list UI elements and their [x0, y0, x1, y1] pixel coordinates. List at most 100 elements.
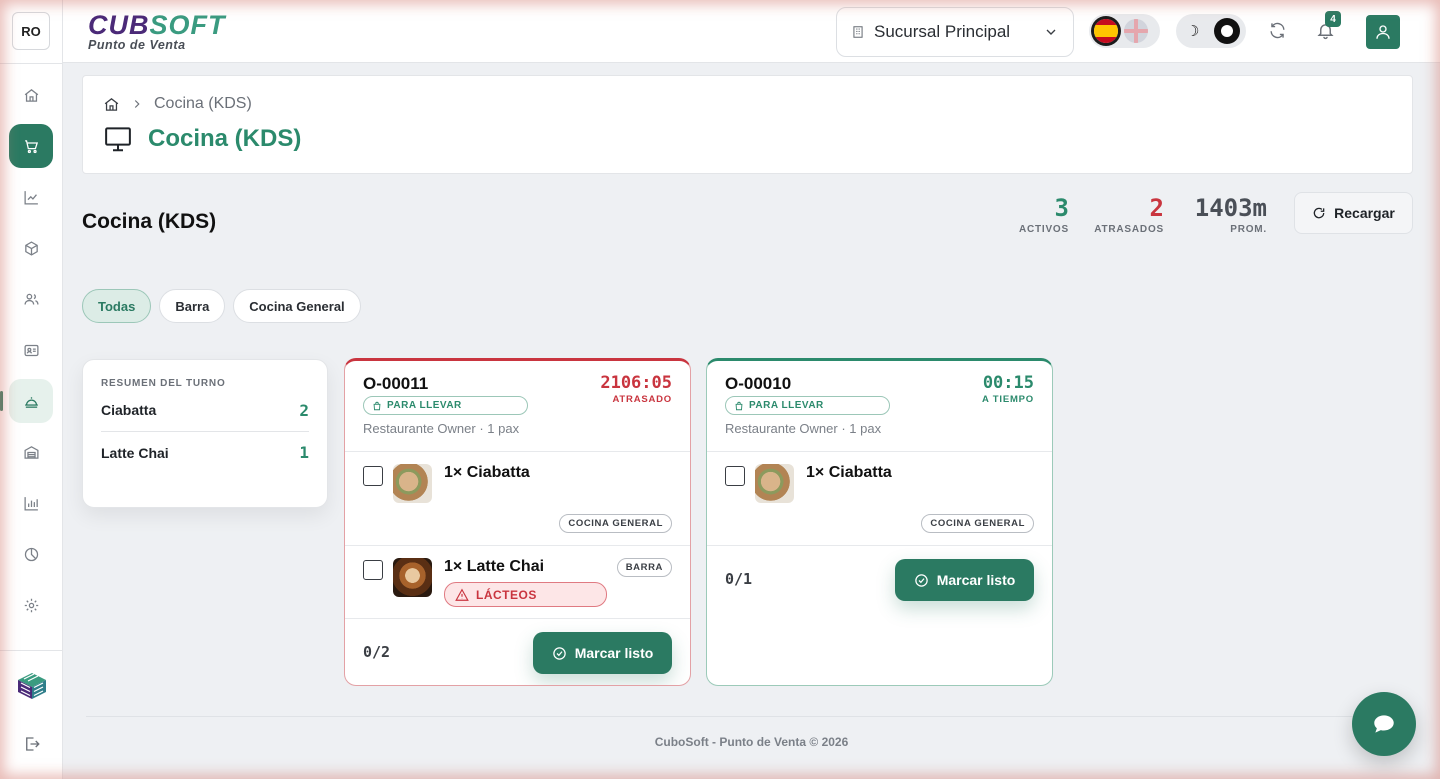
sidebar-item-analytics[interactable] — [9, 532, 53, 576]
check-circle-icon — [914, 573, 928, 587]
shift-summary-card: RESUMEN DEL TURNO Ciabatta 2 Latte Chai … — [82, 359, 328, 508]
chat-button[interactable] — [1352, 692, 1416, 756]
footer-text: CuboSoft - Punto de Venta © 2026 — [654, 735, 849, 749]
sidebar-item-reports[interactable] — [9, 481, 53, 525]
sun-icon — [1214, 18, 1240, 44]
home-icon — [24, 88, 38, 102]
chat-bubble-icon — [1374, 715, 1394, 733]
tab-todas[interactable]: Todas — [82, 289, 152, 323]
item-checkbox[interactable] — [725, 466, 745, 486]
breadcrumb: Cocina (KDS) — [103, 95, 252, 113]
stat-late: 2 ATRASADOS — [1090, 194, 1164, 235]
sidebar-item-home[interactable] — [9, 73, 53, 117]
top-bar: CUBSOFT Punto de Venta Sucursal Principa… — [63, 0, 1440, 63]
sidebar-item-settings[interactable] — [9, 583, 53, 627]
theme-toggle[interactable]: ☽ — [1176, 14, 1246, 48]
order-progress: 0/2 — [363, 643, 391, 661]
order-timer: 00:15 A TIEMPO — [982, 373, 1034, 405]
brand-subtitle: Punto de Venta — [88, 38, 186, 52]
summary-row: Latte Chai 1 — [101, 431, 309, 473]
spain-flag-icon[interactable] — [1094, 19, 1118, 43]
gear-icon — [24, 598, 38, 612]
item-image — [393, 558, 432, 597]
logout-button[interactable] — [0, 735, 63, 753]
item-checkbox[interactable] — [363, 560, 383, 580]
notification-badge: 4 — [1325, 11, 1341, 27]
station-badge: COCINA GENERAL — [559, 514, 672, 533]
divider — [0, 650, 63, 651]
branch-selector[interactable]: Sucursal Principal — [836, 7, 1074, 57]
sidebar: RO — [0, 0, 63, 779]
item-name: 1× Ciabatta — [806, 464, 892, 481]
summary-title: RESUMEN DEL TURNO — [101, 378, 226, 389]
sync-button[interactable] — [1268, 21, 1287, 45]
item-image — [755, 464, 794, 503]
sidebar-item-trends[interactable] — [9, 175, 53, 219]
summary-item-count: 2 — [299, 400, 309, 420]
cloche-icon — [24, 396, 38, 408]
sidebar-item-sales[interactable] — [9, 124, 53, 168]
order-card: O-00010 PARA LLEVAR Restaurante Owner · … — [706, 358, 1053, 686]
order-item: 1× Ciabatta COCINA GENERAL — [345, 452, 690, 546]
order-timer: 2106:05 ATRASADO — [600, 373, 672, 405]
warning-icon — [455, 588, 469, 601]
stat-average: 1403m PROM. — [1180, 194, 1267, 235]
warehouse-icon — [23, 445, 39, 459]
mark-ready-button[interactable]: Marcar listo — [533, 632, 672, 674]
check-circle-icon — [552, 646, 566, 660]
chevron-right-icon — [134, 100, 140, 108]
order-meta: Restaurante Owner · 1 pax — [363, 420, 520, 436]
summary-item-name: Latte Chai — [101, 444, 169, 461]
page-header-card: Cocina (KDS) Cocina (KDS) — [82, 75, 1413, 174]
brand-logo[interactable]: CUBSOFT Punto de Venta — [88, 11, 226, 52]
item-checkbox[interactable] — [363, 466, 383, 486]
tab-barra[interactable]: Barra — [159, 289, 226, 323]
order-type-badge: PARA LLEVAR — [363, 396, 528, 415]
sidebar-item-warehouse[interactable] — [9, 430, 53, 474]
divider — [0, 63, 63, 64]
tab-cocina-general[interactable]: Cocina General — [233, 289, 361, 323]
uk-flag-icon[interactable] — [1124, 19, 1148, 43]
order-elapsed-time: 2106:05 — [600, 373, 672, 393]
cubosoft-logo — [0, 671, 63, 701]
sidebar-bottom — [0, 650, 63, 779]
home-icon[interactable] — [103, 96, 120, 113]
order-item: 1× Latte Chai BARRA LÁCTEOS — [345, 546, 690, 619]
divider — [86, 716, 1416, 717]
order-status: ATRASADO — [612, 394, 672, 405]
order-meta: Restaurante Owner · 1 pax — [725, 420, 882, 436]
sidebar-nav — [0, 73, 53, 627]
stat-average-label: PROM. — [1230, 224, 1267, 235]
id-card-icon — [23, 344, 39, 356]
sidebar-item-inventory[interactable] — [9, 226, 53, 270]
avatar[interactable]: RO — [12, 12, 50, 50]
order-card: O-00011 PARA LLEVAR Restaurante Owner · … — [344, 358, 691, 686]
order-elapsed-time: 00:15 — [982, 373, 1034, 393]
page-title-text: Cocina (KDS) — [148, 125, 302, 152]
stat-average-value: 1403m — [1194, 194, 1267, 222]
sidebar-item-customers[interactable] — [9, 277, 53, 321]
user-menu-button[interactable] — [1366, 15, 1400, 49]
language-toggle[interactable] — [1089, 14, 1160, 48]
bar-chart-icon — [23, 496, 38, 511]
reload-icon — [1313, 207, 1325, 219]
bag-icon — [373, 401, 381, 410]
order-type-badge: PARA LLEVAR — [725, 396, 890, 415]
summary-item-count: 1 — [299, 443, 309, 462]
sidebar-item-kitchen[interactable] — [0, 379, 53, 423]
summary-item-name: Ciabatta — [101, 402, 157, 418]
brand-name: CUBSOFT — [88, 10, 226, 40]
item-image — [393, 464, 432, 503]
users-icon — [23, 293, 39, 305]
user-icon — [1376, 25, 1390, 39]
mark-ready-button[interactable]: Marcar listo — [895, 559, 1034, 601]
section-title: Cocina (KDS) — [82, 210, 217, 233]
station-badge: COCINA GENERAL — [921, 514, 1034, 533]
reload-button[interactable]: Recargar — [1294, 192, 1413, 234]
allergen-badge: LÁCTEOS — [444, 582, 607, 607]
sidebar-item-employees[interactable] — [9, 328, 53, 372]
stat-active: 3 ACTIVOS — [1015, 194, 1069, 235]
station-filter-tabs: Todas Barra Cocina General — [82, 289, 361, 323]
stat-late-value: 2 — [1149, 194, 1164, 222]
cart-icon — [24, 139, 38, 153]
